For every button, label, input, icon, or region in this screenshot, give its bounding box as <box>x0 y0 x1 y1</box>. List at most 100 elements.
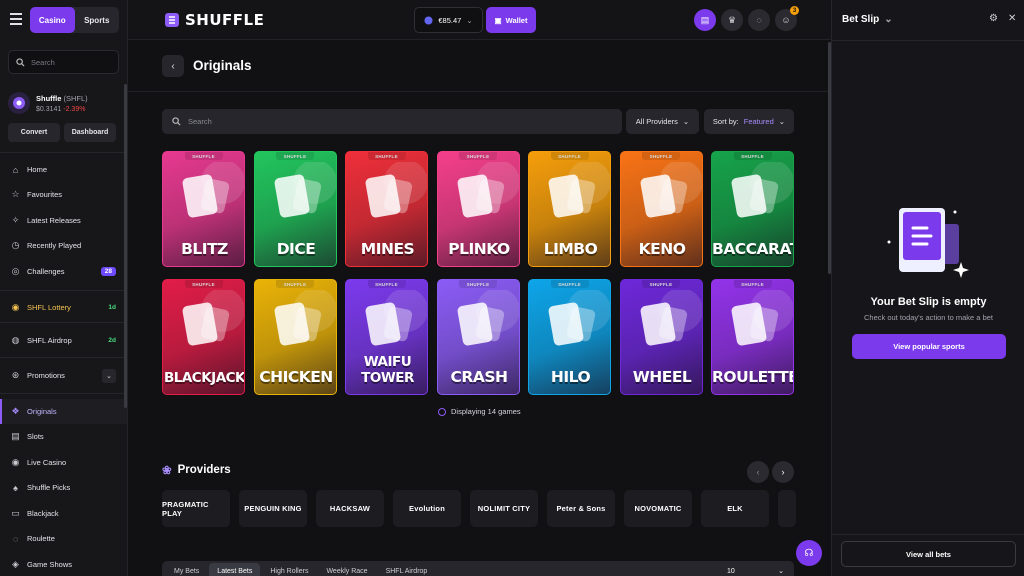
back-button[interactable]: ‹ <box>162 55 184 77</box>
game-card[interactable]: SHUFFLE BACCARAT <box>711 151 794 267</box>
sidebar-item-slots[interactable]: ▤ Slots <box>0 424 127 449</box>
game-title: BLACKJACK <box>163 370 245 386</box>
game-card[interactable]: SHUFFLE CRASH <box>436 279 520 395</box>
topbar: SHUFFLE €85.47 ⌄ ▣ Wallet ▤ ♛ ◌ ☺ 3 <box>128 0 831 40</box>
providers-dropdown[interactable]: All Providers ⌄ <box>626 109 699 134</box>
game-card[interactable]: SHUFFLE BLACKJACK <box>162 279 245 395</box>
game-card[interactable]: SHUFFLE WHEEL <box>619 279 703 395</box>
sidebar-item-roulette[interactable]: ◌ Roulette <box>0 526 127 551</box>
euro-coin-icon <box>424 15 433 25</box>
game-card[interactable]: SHUFFLE LIMBO <box>528 151 611 267</box>
sidebar-item-shfl-lottery[interactable]: ◉ SHFL Lottery 1d <box>0 295 127 320</box>
wallet-button[interactable]: ▣ Wallet <box>486 7 536 33</box>
chevron-down-icon[interactable]: ⌄ <box>102 368 116 383</box>
page-title: Originals <box>193 58 252 73</box>
provider-hacksaw[interactable]: HACKSAW <box>316 490 384 527</box>
dashboard-button[interactable]: Dashboard <box>64 123 116 142</box>
headset-icon: ☊ <box>804 547 814 559</box>
roulette-icon: ◌ <box>12 533 19 544</box>
tab-latest-bets[interactable]: Latest Bets <box>209 563 261 576</box>
tab-shfl-airdrop[interactable]: SHFL Airdrop <box>378 563 436 576</box>
home-icon: ⌂ <box>12 164 19 175</box>
profile-icon[interactable]: ☺ 3 <box>775 6 799 31</box>
tab-my-bets[interactable]: My Bets <box>166 563 207 576</box>
close-icon[interactable]: ✕ <box>1008 13 1016 24</box>
providers-next-button[interactable]: › <box>772 461 794 483</box>
game-artwork <box>640 290 702 346</box>
rewards-crown-icon[interactable]: ♛ <box>721 9 743 31</box>
game-artwork <box>548 290 610 346</box>
provider-nolimit-city[interactable]: NOLIMIT CITY <box>470 490 538 527</box>
rows-per-page-select[interactable]: 10 ⌄ <box>717 561 794 576</box>
sidebar-item-live-casino[interactable]: ◉ Live Casino <box>0 450 127 475</box>
sidebar-item-latest-releases[interactable]: ✧ Latest Releases <box>0 208 127 233</box>
sidebar-search-placeholder: Search <box>31 57 55 67</box>
sidebar-item-blackjack[interactable]: ▭ Blackjack <box>0 501 127 526</box>
game-card[interactable]: SHUFFLE KENO <box>619 151 703 267</box>
shuffle-tag: SHUFFLE <box>184 152 223 160</box>
provider-elk[interactable]: ELK <box>701 490 769 527</box>
sidebar-item-shuffle-picks[interactable]: ♠ Shuffle Picks <box>0 475 127 500</box>
tab-high-rollers[interactable]: High Rollers <box>262 563 316 576</box>
bets-tabs: My Bets Latest Bets High Rollers Weekly … <box>162 561 794 576</box>
provider-pragmatic-play[interactable]: PRAGMATIC PLAY <box>162 490 230 527</box>
game-card[interactable]: SHUFFLE HILO <box>528 279 611 395</box>
chat-icon[interactable]: ◌ <box>748 9 770 31</box>
token-change: -2.39% <box>63 105 86 113</box>
game-artwork <box>640 162 702 218</box>
game-title: PLINKO <box>448 240 510 258</box>
view-popular-sports-button[interactable]: View popular sports <box>852 334 1006 359</box>
shfl-token-icon <box>8 92 30 114</box>
shuffle-tag: SHUFFLE <box>276 280 314 288</box>
tab-weekly-race[interactable]: Weekly Race <box>318 563 375 576</box>
progress-ring-icon <box>438 407 446 416</box>
settings-gear-icon[interactable]: ⚙ <box>989 13 998 24</box>
star-icon: ☆ <box>11 189 20 199</box>
game-title: DICE <box>276 240 316 258</box>
shuffle-tag: SHUFFLE <box>184 280 223 288</box>
main-content: ‹ Originals Search All Providers ⌄ Sort b… <box>128 41 831 576</box>
brand-logo[interactable]: SHUFFLE <box>164 11 264 29</box>
bet-slip-title[interactable]: Bet Slip ⌄ <box>842 14 893 25</box>
provider-penguin-king[interactable]: PENGUIN KING <box>239 490 307 527</box>
game-card[interactable]: SHUFFLE CHICKEN <box>253 279 337 395</box>
convert-button[interactable]: Convert <box>8 123 60 142</box>
search-icon <box>172 117 181 126</box>
challenges-badge: 28 <box>100 267 116 276</box>
sidebar-item-home[interactable]: ⌂ Home <box>0 157 127 182</box>
sidebar-item-favourites[interactable]: ☆ Favourites <box>0 182 127 207</box>
sidebar-item-promotions[interactable]: ⊛ Promotions ⌄ <box>0 363 127 388</box>
game-title: WHEEL <box>632 368 692 386</box>
game-card[interactable]: SHUFFLE PLINKO <box>436 151 520 267</box>
sidebar-item-challenges[interactable]: ◎ Challenges 28 <box>0 259 127 284</box>
betslip-toggle-icon[interactable]: ▤ <box>694 9 716 31</box>
game-card[interactable]: SHUFFLE ROULETTE <box>711 279 794 395</box>
game-search-input[interactable]: Search <box>162 109 622 134</box>
cards-icon: ▭ <box>11 508 20 518</box>
provider-peter-and-sons[interactable]: Peter & Sons <box>547 490 615 527</box>
sidebar-item-recently-played[interactable]: ◷ Recently Played <box>0 233 127 258</box>
sidebar-item-shfl-airdrop[interactable]: ◍ SHFL Airdrop 2d <box>0 328 127 353</box>
sidebar-item-game-shows[interactable]: ◈ Game Shows <box>0 552 127 576</box>
view-all-bets-button[interactable]: View all bets <box>841 541 1016 567</box>
sidebar-search-input[interactable]: Search <box>8 50 119 74</box>
sidebar-item-originals[interactable]: ❖ Originals <box>0 399 127 424</box>
provider-evolution[interactable]: Evolution <box>393 490 461 527</box>
game-card[interactable]: SHUFFLE MINES <box>345 151 428 267</box>
sidebar-scrollbar[interactable] <box>124 84 127 408</box>
sort-dropdown[interactable]: Sort by: Featured ⌄ <box>704 109 794 134</box>
live-icon: ◉ <box>11 457 20 467</box>
tab-sports[interactable]: Sports <box>75 7 120 33</box>
menu-icon[interactable] <box>10 13 22 25</box>
providers-prev-button[interactable]: ‹ <box>747 461 769 483</box>
tab-casino[interactable]: Casino <box>30 7 75 33</box>
support-chat-button[interactable]: ☊ <box>796 540 822 566</box>
game-card[interactable]: SHUFFLE WAIFU TOWER <box>345 279 428 395</box>
provider-partial[interactable] <box>778 490 796 527</box>
game-title: ROULETTE <box>712 368 794 386</box>
chevron-down-icon: ⌄ <box>466 15 473 25</box>
game-card[interactable]: SHUFFLE DICE <box>253 151 337 267</box>
balance-selector[interactable]: €85.47 ⌄ <box>414 7 483 33</box>
game-card[interactable]: SHUFFLE BLITZ <box>162 151 245 267</box>
provider-novomatic[interactable]: NOVOMATIC <box>624 490 692 527</box>
